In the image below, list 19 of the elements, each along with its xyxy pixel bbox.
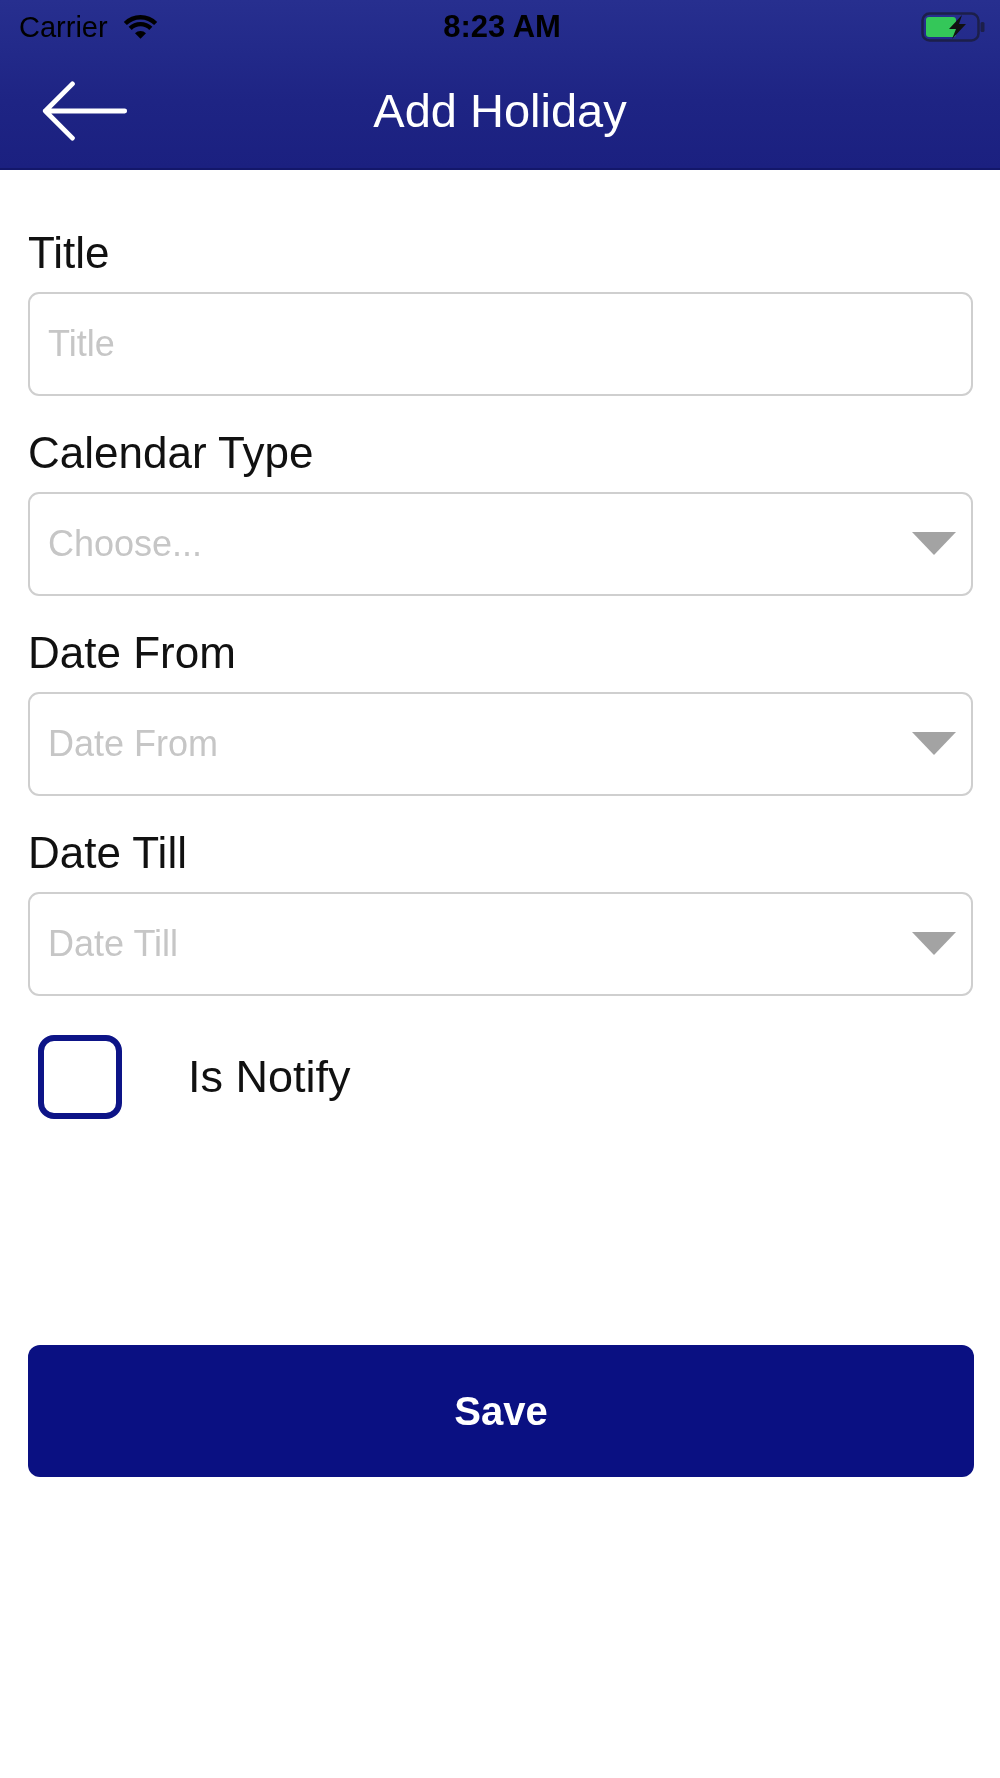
back-button[interactable]: [41, 81, 129, 141]
dropdown-field[interactable]: Choose...: [28, 492, 973, 596]
screen-title: Add Holiday: [373, 83, 627, 139]
text-input-field[interactable]: Title: [28, 292, 973, 396]
field-label: Calendar Type: [28, 428, 314, 478]
field-label: Date Till: [28, 828, 187, 878]
caret-icon: [912, 732, 956, 755]
save-button[interactable]: Save: [28, 1345, 974, 1477]
status-time: 8:23 AM: [443, 10, 561, 44]
dropdown-field[interactable]: Date Till: [28, 892, 973, 996]
field-label: Title: [28, 228, 110, 278]
dropdown-field[interactable]: Date From: [28, 692, 973, 796]
caret-icon: [912, 932, 956, 955]
field-label: Date From: [28, 628, 236, 678]
caret-icon: [912, 532, 956, 555]
back-arrow-icon: [41, 81, 129, 141]
checkbox-label: Is Notify: [188, 1051, 351, 1103]
checkbox[interactable]: [38, 1035, 122, 1119]
carrier-name: Carrier: [19, 10, 108, 44]
